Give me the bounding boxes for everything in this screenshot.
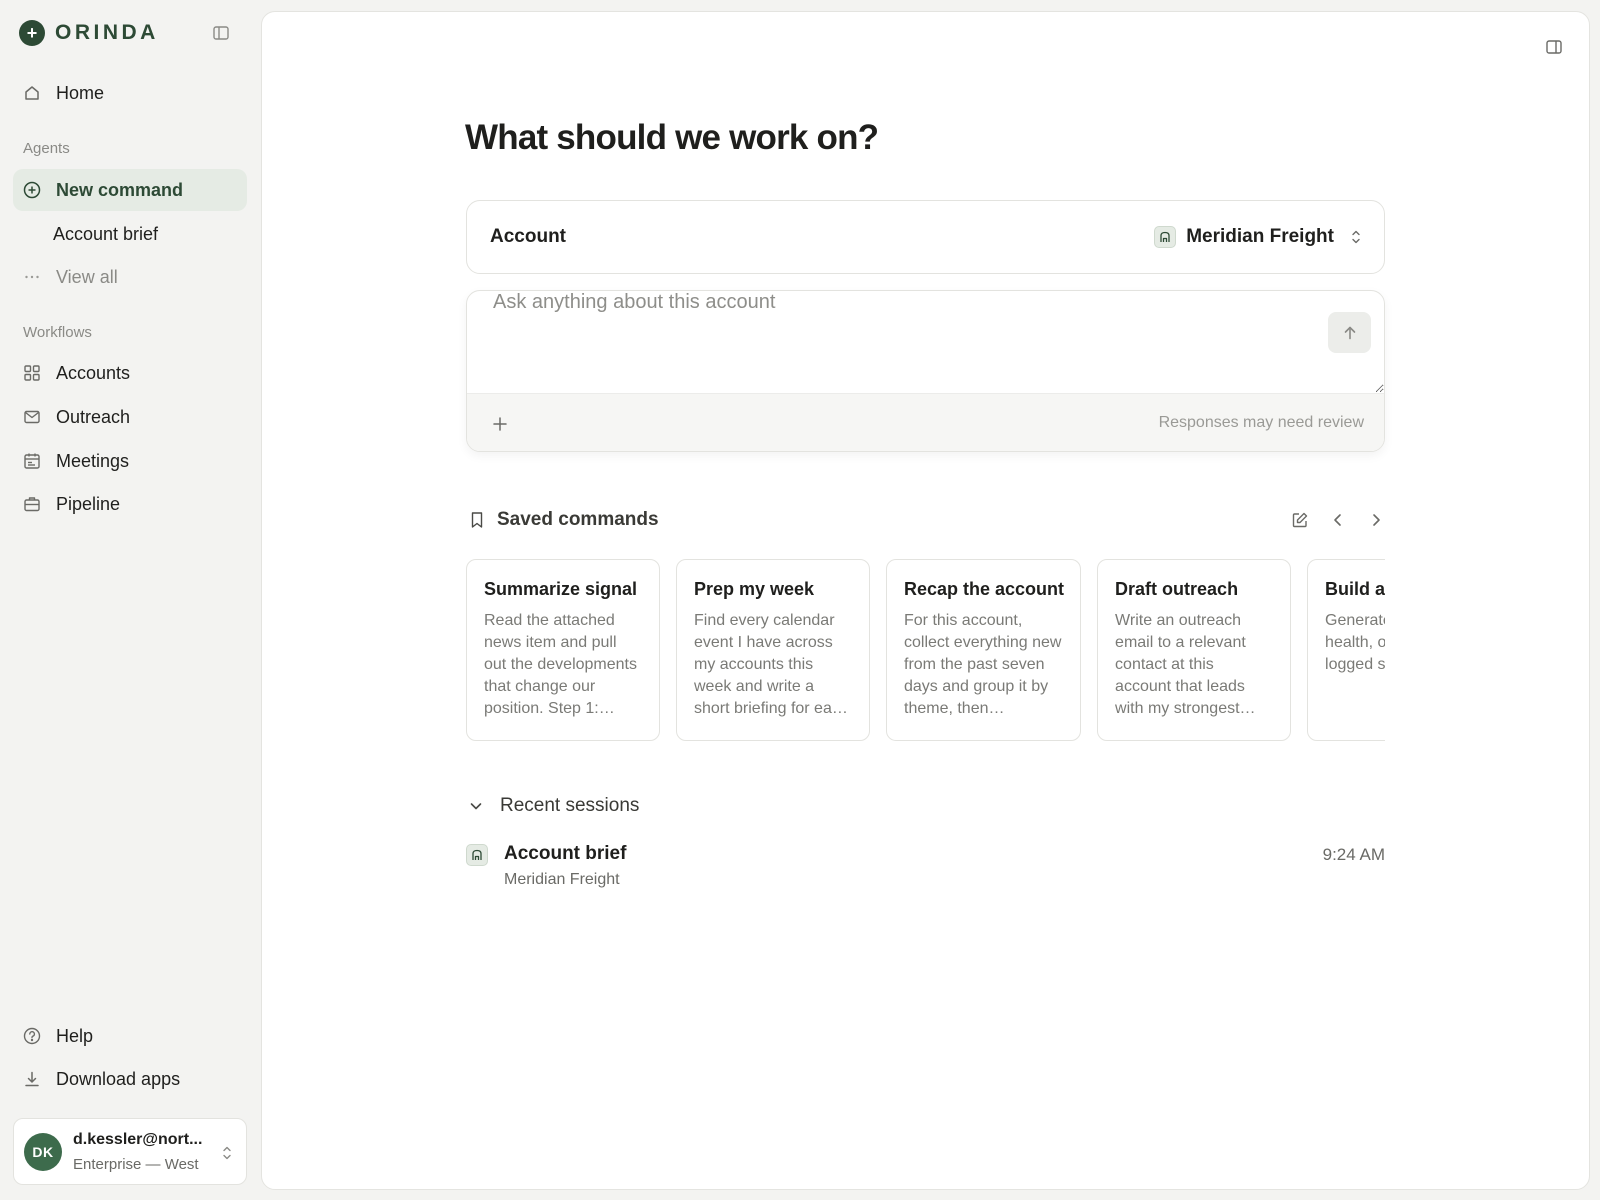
account-selector-row: Account Meridian Freight xyxy=(466,200,1385,274)
card-body: Find every calendar event I have across … xyxy=(694,612,849,717)
sidebar-item-label: Download apps xyxy=(56,1069,181,1089)
home-icon xyxy=(23,84,41,102)
help-circle-icon xyxy=(23,1027,41,1045)
saved-command-card[interactable]: Prep my week Find every calendar event I… xyxy=(676,559,870,741)
edit-icon[interactable] xyxy=(1291,511,1309,529)
sidebar-item-meetings[interactable]: Meetings xyxy=(13,440,247,482)
card-title: Draft outreach xyxy=(1115,579,1239,599)
sidebar-item-label: Account brief xyxy=(53,224,159,244)
card-title: Recap the account xyxy=(904,579,1065,599)
account-select[interactable]: Meridian Freight xyxy=(1154,225,1362,249)
building-icon xyxy=(1154,226,1177,248)
sidebar-item-label: Accounts xyxy=(56,363,131,383)
sidebar-item-accounts[interactable]: Accounts xyxy=(13,352,247,394)
recent-sessions-title: Recent sessions xyxy=(500,795,640,816)
sidebar-item-label: Pipeline xyxy=(56,494,121,514)
sidebar-item-outreach[interactable]: Outreach xyxy=(13,396,247,438)
disclaimer-text: Responses may need review xyxy=(1158,414,1364,431)
session-timestamp: 9:24 AM xyxy=(1322,845,1385,864)
briefcase-icon xyxy=(23,495,41,513)
sidebar-item-account-brief[interactable]: Account brief xyxy=(13,213,247,255)
sidebar-collapse-icon[interactable] xyxy=(212,24,230,42)
sidebar-item-help[interactable]: Help xyxy=(13,1015,247,1057)
user-email: d.kessler@nort... xyxy=(73,1131,203,1148)
saved-commands-header: Saved commands xyxy=(466,508,1385,534)
session-subtitle: Meridian Freight xyxy=(504,871,620,888)
card-body: Read the attached news item and pull out… xyxy=(484,612,637,717)
chevron-updown-icon xyxy=(1350,228,1362,246)
ellipsis-icon xyxy=(23,268,41,286)
arrow-up-icon xyxy=(1344,326,1355,339)
card-title: Build a r xyxy=(1325,579,1385,599)
session-title: Account brief xyxy=(504,843,627,864)
grid-icon xyxy=(23,364,41,382)
prompt-input[interactable] xyxy=(467,291,1384,393)
card-body: Write an outreach email to a relevant co… xyxy=(1115,612,1246,717)
composer-footer: Responses may need review xyxy=(467,393,1384,451)
chevron-updown-icon xyxy=(221,1144,233,1162)
user-menu[interactable]: DK d.kessler@nort... Enterprise — West xyxy=(13,1118,247,1185)
sidebar-item-pipeline[interactable]: Pipeline xyxy=(13,483,247,525)
download-icon xyxy=(23,1070,41,1088)
sidebar-item-download-apps[interactable]: Download apps xyxy=(13,1058,247,1100)
plus-circle-icon xyxy=(23,181,41,199)
sidebar-item-label: View all xyxy=(56,267,118,287)
saved-command-card[interactable]: Build a r Generate overview health, o an… xyxy=(1307,559,1385,741)
sidebar-item-new-command[interactable]: New command xyxy=(13,169,247,211)
saved-commands-title: Saved commands xyxy=(497,509,659,530)
user-plan: Enterprise — West xyxy=(73,1156,199,1173)
sidebar-item-label: Home xyxy=(56,83,105,103)
add-attachment-icon[interactable] xyxy=(491,415,509,433)
sidebar-item-view-all[interactable]: View all xyxy=(13,256,247,298)
brand-name: ORINDA xyxy=(55,21,159,44)
sidebar: + ORINDA Home Agents New command Account… xyxy=(0,0,261,1200)
account-select-value: Meridian Freight xyxy=(1186,226,1334,247)
sidebar-item-label: Outreach xyxy=(56,407,131,427)
chevron-left-icon[interactable] xyxy=(1329,511,1347,529)
mail-icon xyxy=(23,408,41,426)
sidebar-item-label: New command xyxy=(56,180,184,200)
sidebar-item-label: Help xyxy=(56,1026,94,1046)
avatar: DK xyxy=(24,1133,62,1171)
bookmark-icon xyxy=(469,511,485,529)
sidebar-item-label: Meetings xyxy=(56,451,130,471)
saved-command-card[interactable]: Draft outreach Write an outreach email t… xyxy=(1097,559,1292,741)
saved-command-card[interactable]: Summarize signal Read the attached news … xyxy=(466,559,660,741)
main-panel: What should we work on? Account Meridian… xyxy=(261,11,1590,1190)
account-label: Account xyxy=(490,226,566,247)
brand-mark-icon: + xyxy=(19,20,45,46)
building-icon xyxy=(466,844,488,866)
chevron-down-icon xyxy=(468,798,484,814)
send-button[interactable] xyxy=(1328,312,1371,353)
card-title: Summarize signal xyxy=(484,579,638,599)
section-label-agents: Agents xyxy=(23,140,70,157)
panel-toggle-icon[interactable] xyxy=(1545,38,1563,56)
recent-sessions-toggle[interactable]: Recent sessions xyxy=(466,794,639,818)
page-title: What should we work on? xyxy=(465,118,879,157)
saved-command-card[interactable]: Recap the account For this account, coll… xyxy=(886,559,1082,741)
card-body: Generate overview health, o and ever log… xyxy=(1325,612,1385,673)
card-body: For this account, collect everything new… xyxy=(904,612,1062,717)
chevron-right-icon[interactable] xyxy=(1367,511,1385,529)
card-title: Prep my week xyxy=(694,579,815,599)
sidebar-item-home[interactable]: Home xyxy=(13,72,247,114)
saved-commands-carousel: Summarize signal Read the attached news … xyxy=(466,559,1385,743)
calendar-icon xyxy=(23,452,41,470)
composer: Responses may need review xyxy=(466,290,1385,452)
list-item[interactable]: Account brief Meridian Freight 9:24 AM xyxy=(466,840,1385,894)
section-label-workflows: Workflows xyxy=(23,324,92,341)
brand-logo[interactable]: + ORINDA xyxy=(19,20,159,46)
